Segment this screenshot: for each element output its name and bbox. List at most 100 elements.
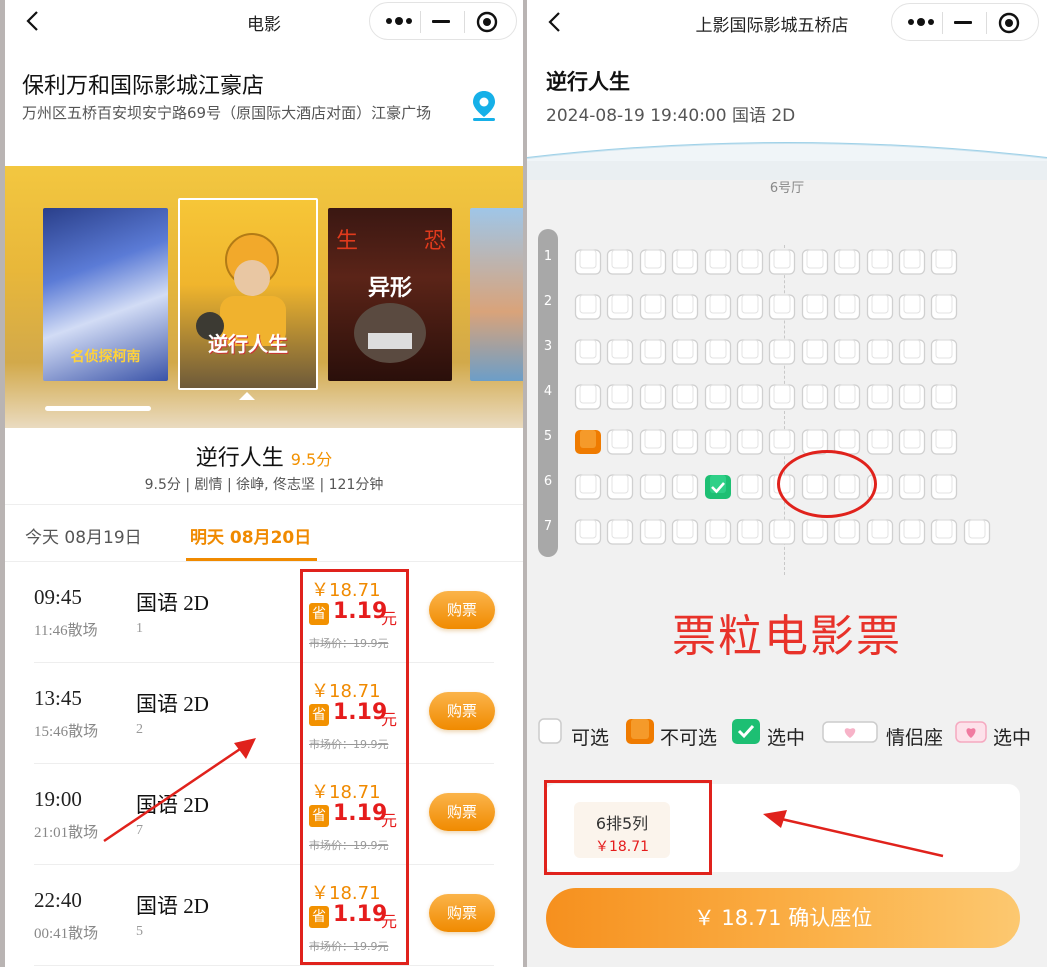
seat-available[interactable] (639, 293, 667, 321)
seat-available[interactable] (606, 383, 634, 411)
more-icon[interactable] (906, 15, 936, 29)
seat-available[interactable] (671, 428, 699, 456)
seat-available[interactable] (574, 383, 602, 411)
back-arrow-icon[interactable] (545, 11, 567, 33)
seat-available[interactable] (930, 473, 958, 501)
seat-available[interactable] (866, 518, 894, 546)
buy-ticket-button[interactable]: 购票 (429, 591, 495, 629)
seat-available[interactable] (768, 248, 796, 276)
seat-available[interactable] (574, 248, 602, 276)
buy-ticket-button[interactable]: 购票 (429, 793, 495, 831)
poster-alien[interactable]: 异形 生 恐 (328, 208, 452, 381)
seat-available[interactable] (671, 473, 699, 501)
seat-available[interactable] (833, 293, 861, 321)
seat-available[interactable] (574, 293, 602, 321)
seat-available[interactable] (671, 383, 699, 411)
close-target-icon[interactable] (998, 12, 1020, 34)
seat-available[interactable] (639, 248, 667, 276)
seat-available[interactable] (639, 518, 667, 546)
seat-available[interactable] (574, 338, 602, 366)
seat-available[interactable] (671, 518, 699, 546)
seat-available[interactable] (704, 518, 732, 546)
seat-available[interactable] (866, 338, 894, 366)
seat-available[interactable] (833, 383, 861, 411)
tab-tomorrow[interactable]: 明天 08月20日 (190, 523, 311, 548)
carousel-scrollbar[interactable] (45, 406, 151, 411)
seat-available[interactable] (833, 248, 861, 276)
seat-available[interactable] (801, 518, 829, 546)
minimize-icon[interactable] (432, 20, 450, 23)
close-target-icon[interactable] (476, 11, 498, 33)
seat-available[interactable] (606, 428, 634, 456)
seat-available[interactable] (898, 518, 926, 546)
seat-available[interactable] (736, 248, 764, 276)
seat-available[interactable] (866, 248, 894, 276)
seat-available[interactable] (736, 293, 764, 321)
seat-available[interactable] (833, 338, 861, 366)
seat-available[interactable] (801, 383, 829, 411)
seat-available[interactable] (768, 383, 796, 411)
poster-partial[interactable] (470, 208, 523, 381)
seat-available[interactable] (930, 338, 958, 366)
seat-available[interactable] (801, 338, 829, 366)
seat-available[interactable] (768, 518, 796, 546)
seat-available[interactable] (606, 248, 634, 276)
confirm-seat-button[interactable]: ￥ 18.71 确认座位 (546, 888, 1020, 948)
buy-ticket-button[interactable]: 购票 (429, 894, 495, 932)
seat-available[interactable] (704, 428, 732, 456)
seat-available[interactable] (898, 293, 926, 321)
seat-available[interactable] (768, 428, 796, 456)
seat-available[interactable] (898, 473, 926, 501)
seat-available[interactable] (768, 293, 796, 321)
seat-available[interactable] (736, 383, 764, 411)
seat-available[interactable] (671, 248, 699, 276)
seat-available[interactable] (606, 293, 634, 321)
seat-available[interactable] (704, 338, 732, 366)
seat-available[interactable] (606, 518, 634, 546)
seat-available[interactable] (866, 383, 894, 411)
seat-available[interactable] (606, 473, 634, 501)
seat-selected[interactable] (704, 473, 732, 501)
seat-available[interactable] (833, 518, 861, 546)
seat-available[interactable] (930, 293, 958, 321)
seat-available[interactable] (736, 473, 764, 501)
seat-available[interactable] (704, 293, 732, 321)
seat-available[interactable] (898, 428, 926, 456)
seat-available[interactable] (639, 383, 667, 411)
seat-available[interactable] (801, 248, 829, 276)
seat-available[interactable] (898, 338, 926, 366)
seat-available[interactable] (736, 518, 764, 546)
seat-available[interactable] (930, 383, 958, 411)
seat-available[interactable] (930, 248, 958, 276)
seat-available[interactable] (768, 338, 796, 366)
seat-available[interactable] (574, 518, 602, 546)
seat-available[interactable] (930, 428, 958, 456)
poster-conan[interactable]: 名侦探柯南 (43, 208, 168, 381)
seat-available[interactable] (801, 293, 829, 321)
seat-available[interactable] (639, 473, 667, 501)
showtime-row[interactable]: 22:40 00:41散场 国语 2D 5 ￥18.71 省 1.19 元市场价：19.9元购… (34, 866, 495, 966)
seat-available[interactable] (639, 428, 667, 456)
seat-available[interactable] (671, 293, 699, 321)
seat-available[interactable] (736, 338, 764, 366)
more-icon[interactable] (384, 14, 414, 28)
seat-available[interactable] (963, 518, 991, 546)
seat-available[interactable] (671, 338, 699, 366)
location-pin-icon[interactable] (471, 90, 497, 122)
seat-available[interactable] (574, 473, 602, 501)
tab-today[interactable]: 今天 08月19日 (25, 523, 142, 548)
seat-available[interactable] (606, 338, 634, 366)
seat-available[interactable] (930, 518, 958, 546)
showtime-row[interactable]: 09:45 11:46散场 国语 2D 1 ￥18.71 省 1.19 元市场价：19.9元购… (34, 563, 495, 663)
seat-available[interactable] (898, 248, 926, 276)
seat-available[interactable] (704, 383, 732, 411)
poster-selected-movie[interactable]: 逆行人生 (178, 198, 318, 390)
seat-available[interactable] (866, 428, 894, 456)
seat-available[interactable] (704, 248, 732, 276)
buy-ticket-button[interactable]: 购票 (429, 692, 495, 730)
movie-poster-carousel[interactable]: 名侦探柯南 逆行人生 异形 生 恐 (5, 166, 523, 428)
minimize-icon[interactable] (954, 21, 972, 24)
seat-available[interactable] (866, 293, 894, 321)
seat-available[interactable] (898, 383, 926, 411)
seat-available[interactable] (736, 428, 764, 456)
